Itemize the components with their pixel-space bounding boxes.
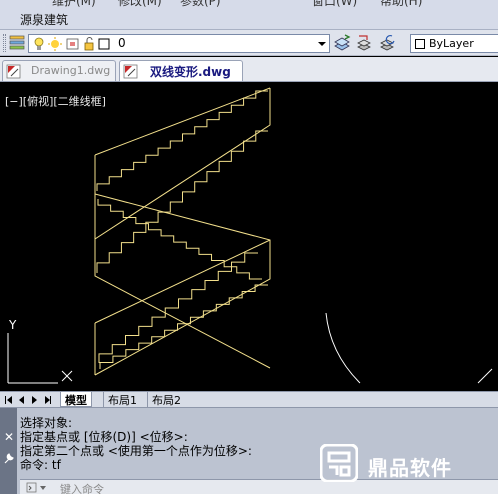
color-dropdown[interactable]: ByLayer xyxy=(410,34,498,53)
tab-active-drawing[interactable]: 双线变形.dwg xyxy=(119,60,243,81)
stair-linework xyxy=(94,87,271,376)
menu-item-params[interactable]: 参数(P) xyxy=(180,0,221,9)
tab-model[interactable]: 模型 xyxy=(60,392,92,407)
layout-tabs-bar: 模型 布局1 布局2 xyxy=(0,391,498,407)
toolbar-grip[interactable] xyxy=(3,34,6,52)
arc-entity-2 xyxy=(477,368,493,384)
wrench-icon[interactable] xyxy=(3,452,15,464)
watermark: 鼎品软件 xyxy=(320,444,480,488)
dwg-file-icon xyxy=(6,64,21,79)
dwg-file-icon xyxy=(123,64,138,79)
stair-run-3 xyxy=(97,199,262,280)
command-history-line: 选择对象: xyxy=(20,416,73,430)
command-window-sidebar: ✕ xyxy=(0,408,17,494)
tab-drawing1-label: Drawing1.dwg xyxy=(31,64,111,77)
menu-bar: 维护(M) 修改(M) 参数(P) 窗口(W) 帮助(H) 源泉建筑 xyxy=(0,0,498,30)
command-input-placeholder: 键入命令 xyxy=(60,483,104,494)
menu-item-window[interactable]: 窗口(W) xyxy=(312,0,357,9)
arc-entity xyxy=(325,312,361,384)
color-value: ByLayer xyxy=(429,37,474,50)
brand-name: 鼎品软件 xyxy=(368,456,452,480)
layer-state-icons xyxy=(34,37,110,51)
current-layer-name: 0 xyxy=(118,36,126,50)
menu-item-custom[interactable]: 源泉建筑 xyxy=(20,11,68,28)
command-history-line: 指定基点或 [位移(D)] <位移>: xyxy=(20,430,188,444)
layer-toolbar: 0 ByLayer xyxy=(0,30,498,56)
color-swatch xyxy=(415,39,425,49)
tab-drawing1[interactable]: Drawing1.dwg xyxy=(2,60,116,81)
stair-outline-inner xyxy=(94,155,271,376)
prev-layout-button[interactable] xyxy=(16,394,27,405)
stair-run-4 xyxy=(99,284,268,369)
next-layout-button[interactable] xyxy=(29,394,40,405)
last-layout-button[interactable] xyxy=(42,394,53,405)
menu-item-modify[interactable]: 修改(M) xyxy=(118,0,162,9)
menu-item-help[interactable]: 帮助(H) xyxy=(380,0,422,9)
ucs-y-label: Y xyxy=(8,318,17,332)
tab-layout1[interactable]: 布局1 xyxy=(103,392,141,407)
tab-layout2[interactable]: 布局2 xyxy=(147,392,185,407)
layer-match-icon[interactable] xyxy=(355,34,373,52)
document-tabs: Drawing1.dwg 双线变形.dwg xyxy=(0,57,498,82)
layer-previous-icon[interactable] xyxy=(378,34,396,52)
menu-item-maintain[interactable]: 维护(M) xyxy=(52,0,96,9)
ucs-icon xyxy=(7,333,73,384)
drawing-canvas[interactable]: [−][俯视][二维线框] Y xyxy=(0,83,498,391)
stair-run-5 xyxy=(98,252,258,363)
close-icon[interactable]: ✕ xyxy=(4,430,14,444)
layer-dropdown-arrow[interactable] xyxy=(315,35,329,52)
drawing-geometry: Y xyxy=(7,87,493,384)
first-layout-button[interactable] xyxy=(3,394,14,405)
make-current-layer-icon[interactable] xyxy=(333,34,351,52)
stair-run-1 xyxy=(96,90,268,191)
menu-row: 维护(M) 修改(M) 参数(P) 窗口(W) 帮助(H) xyxy=(0,0,498,8)
stair-run-2 xyxy=(96,130,268,273)
command-prompt-icon xyxy=(26,482,46,493)
tab-active-label: 双线变形.dwg xyxy=(150,65,231,79)
layer-properties-icon[interactable] xyxy=(9,34,27,52)
layer-dropdown[interactable]: 0 xyxy=(28,34,330,53)
brand-logo-icon xyxy=(320,444,358,482)
stair-outline-outer xyxy=(94,88,271,369)
